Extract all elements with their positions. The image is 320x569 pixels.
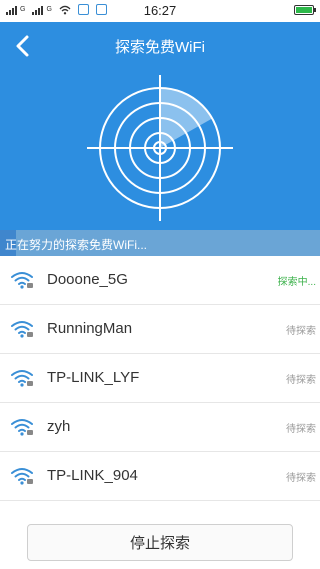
header: 探索免费WiFi bbox=[0, 22, 320, 230]
wifi-network-row[interactable]: zyh 待探索 bbox=[0, 403, 320, 452]
status-time: 16:27 bbox=[143, 3, 177, 18]
status-bar: G G 16:27 bbox=[0, 0, 320, 22]
wifi-lock-icon bbox=[11, 468, 33, 485]
wifi-network-row[interactable]: TP-LINK_904 待探索 bbox=[0, 452, 320, 501]
wifi-status: 待探索 bbox=[286, 375, 316, 386]
search-progress-bar: 正在努力的探索免费WiFi... bbox=[0, 230, 320, 256]
wifi-lock-icon bbox=[11, 419, 33, 436]
wifi-ssid: Dooone_5G bbox=[47, 271, 128, 288]
wifi-lock-icon bbox=[11, 321, 33, 338]
wifi-lock-icon bbox=[11, 272, 33, 289]
wifi-ssid: TP-LINK_LYF bbox=[47, 369, 140, 386]
wifi-network-row[interactable]: RunningMan 待探索 bbox=[0, 305, 320, 354]
wifi-ssid: zyh bbox=[47, 418, 71, 435]
radar-icon bbox=[87, 75, 233, 221]
stop-search-button[interactable]: 停止探索 bbox=[27, 524, 293, 561]
wifi-status: 待探索 bbox=[286, 326, 316, 337]
wifi-status: 待探索 bbox=[286, 473, 316, 484]
wifi-status: 探索中... bbox=[277, 277, 316, 288]
wifi-ssid: RunningMan bbox=[47, 320, 133, 337]
wifi-lock-icon bbox=[11, 370, 33, 387]
wifi-list: Dooone_5G 探索中... RunningMan 待探索 TP-LINK_LYF 待… bbox=[0, 256, 320, 501]
battery-icon bbox=[294, 5, 316, 15]
page-title: 探索免费WiFi bbox=[115, 39, 205, 56]
wifi-network-row[interactable]: Dooone_5G 探索中... bbox=[0, 256, 320, 305]
wifi-ssid: TP-LINK_904 bbox=[47, 467, 138, 484]
wifi-status: 待探索 bbox=[286, 424, 316, 435]
wifi-network-row[interactable]: TP-LINK_LYF 待探索 bbox=[0, 354, 320, 403]
progress-text: 正在努力的探索免费WiFi... bbox=[5, 238, 147, 252]
